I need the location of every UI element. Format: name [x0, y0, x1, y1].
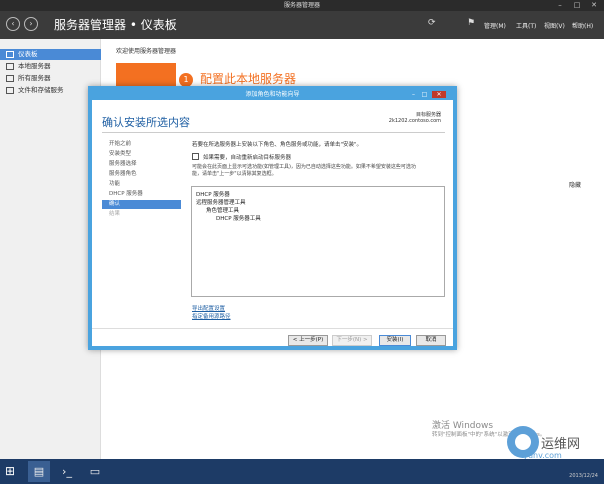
destination-server-label: 目标服务器 [415, 112, 441, 118]
breadcrumb-app: 服务器管理器 [54, 18, 127, 32]
breadcrumb: 服务器管理器 • 仪表板 [54, 16, 177, 33]
hide-link[interactable]: 隐藏 [569, 180, 581, 189]
export-config-link[interactable]: 导出配置设置 [192, 304, 225, 312]
step-server-roles[interactable]: 服务器角色 [102, 170, 181, 179]
sidebar-item-all-servers[interactable]: 所有服务器 [0, 73, 101, 84]
menu-view[interactable]: 视图(V) [544, 21, 565, 30]
selection-list: DHCP 服务器 远程服务器管理工具 角色管理工具 DHCP 服务器工具 [191, 186, 445, 297]
intro-text: 若要在所选服务器上安装以下角色、角色服务或功能，请单击"安装"。 [192, 142, 363, 148]
taskbar: ⊞ ▤ ›_ ▭ 2013/12/24 [0, 459, 604, 484]
install-button[interactable]: 安装(I) [379, 335, 411, 346]
button-divider [92, 328, 453, 329]
note-line: 能，请单击"上一步"以清除其复选框。 [192, 171, 277, 177]
sidebar-item-label: 所有服务器 [18, 74, 51, 82]
heading-divider [102, 132, 445, 133]
menu-manage[interactable]: 管理(M) [484, 21, 506, 30]
maximize-button[interactable]: □ [569, 0, 585, 11]
sidebar: 仪表板 本地服务器 所有服务器 文件和存储服务 [0, 39, 101, 459]
servers-icon [6, 75, 14, 82]
optional-features-note: 可能会在此页面上显示可选功能(如管理工具)，因为已自动选择这些功能。如果不希望安… [192, 164, 442, 178]
sidebar-item-label: 本地服务器 [18, 62, 51, 70]
dialog-maximize-button[interactable]: □ [420, 91, 429, 98]
windows-start-icon[interactable]: ⊞ [5, 464, 19, 478]
step-results: 结果 [109, 211, 121, 217]
sidebar-item-label: 仪表板 [18, 50, 38, 58]
taskbar-date: 2013/12/24 [569, 473, 598, 479]
server-manager-taskbar-icon[interactable]: ▤ [28, 461, 50, 482]
dialog-title: 添加角色和功能向导 [245, 91, 300, 98]
step-server-selection[interactable]: 服务器选择 [102, 160, 181, 169]
minimize-button[interactable]: – [552, 0, 568, 11]
previous-button[interactable]: < 上一步(P) [288, 335, 328, 346]
add-roles-wizard-dialog: 添加角色和功能向导 – □ ✕ 确认安装所选内容 目标服务器 2k1202.co… [88, 86, 457, 350]
server-icon [6, 63, 14, 70]
config-step-number: 1 [179, 73, 193, 87]
welcome-title: 欢迎使用服务器管理器 [116, 48, 177, 55]
back-arrow-icon: ‹ [11, 19, 15, 28]
restart-checkbox[interactable] [192, 153, 199, 160]
sidebar-item-local-server[interactable]: 本地服务器 [0, 61, 101, 72]
breadcrumb-page: 仪表板 [140, 18, 177, 32]
dialog-minimize-button[interactable]: – [409, 91, 418, 98]
step-installation-type[interactable]: 安装类型 [102, 150, 181, 159]
alternate-source-link[interactable]: 指定备用源路径 [192, 312, 231, 320]
dashboard-icon [6, 51, 14, 58]
step-confirmation[interactable]: 确认 [102, 200, 181, 209]
app-header: ‹ › 服务器管理器 • 仪表板 ⟳ ⚑ 管理(M) 工具(T) 视图(V) 帮… [0, 11, 604, 39]
forward-button[interactable]: › [24, 17, 38, 31]
dialog-titlebar: 添加角色和功能向导 [92, 90, 453, 100]
step-dhcp-server[interactable]: DHCP 服务器 [102, 190, 181, 199]
list-item: DHCP 服务器工具 [216, 216, 261, 222]
sidebar-item-file-storage[interactable]: 文件和存储服务 [0, 85, 101, 96]
cancel-button[interactable]: 取消 [416, 335, 446, 346]
breadcrumb-separator: • [129, 18, 137, 32]
notifications-flag-icon[interactable]: ⚑ [467, 18, 475, 28]
destination-server-value: 2k1202.contoso.com [388, 118, 441, 124]
next-button: 下一步(N) > [332, 335, 372, 346]
refresh-icon[interactable]: ⟳ [428, 18, 436, 28]
dialog-close-button[interactable]: ✕ [432, 91, 446, 98]
sidebar-item-label: 文件和存储服务 [18, 86, 64, 94]
file-explorer-taskbar-icon[interactable]: ▭ [84, 461, 106, 482]
close-button[interactable]: ✕ [586, 0, 602, 11]
restart-checkbox-label[interactable]: 如果需要，自动重新启动目标服务器 [203, 153, 291, 161]
back-button[interactable]: ‹ [6, 17, 20, 31]
forward-arrow-icon: › [29, 19, 33, 28]
sidebar-item-dashboard[interactable]: 仪表板 [0, 49, 101, 60]
list-item: 角色管理工具 [206, 208, 240, 214]
watermark-text: 运维网 [541, 437, 581, 452]
step-features[interactable]: 功能 [102, 180, 181, 189]
dialog-heading: 确认安装所选内容 [102, 116, 190, 129]
menu-help[interactable]: 帮助(H) [572, 21, 593, 30]
powershell-taskbar-icon[interactable]: ›_ [56, 461, 78, 482]
config-local-server-link[interactable]: 配置此本地服务器 [200, 70, 296, 87]
window-titlebar: 服务器管理器 [0, 0, 604, 11]
window-title: 服务器管理器 [283, 2, 320, 9]
list-item: DHCP 服务器 [196, 192, 230, 198]
note-line: 可能会在此页面上显示可选功能(如管理工具)，因为已自动选择这些功能。如果不希望安… [192, 164, 416, 170]
list-item: 远程服务器管理工具 [196, 200, 246, 206]
menu-tools[interactable]: 工具(T) [516, 21, 536, 30]
step-before-you-begin[interactable]: 开始之前 [102, 140, 181, 149]
storage-icon [6, 87, 14, 94]
